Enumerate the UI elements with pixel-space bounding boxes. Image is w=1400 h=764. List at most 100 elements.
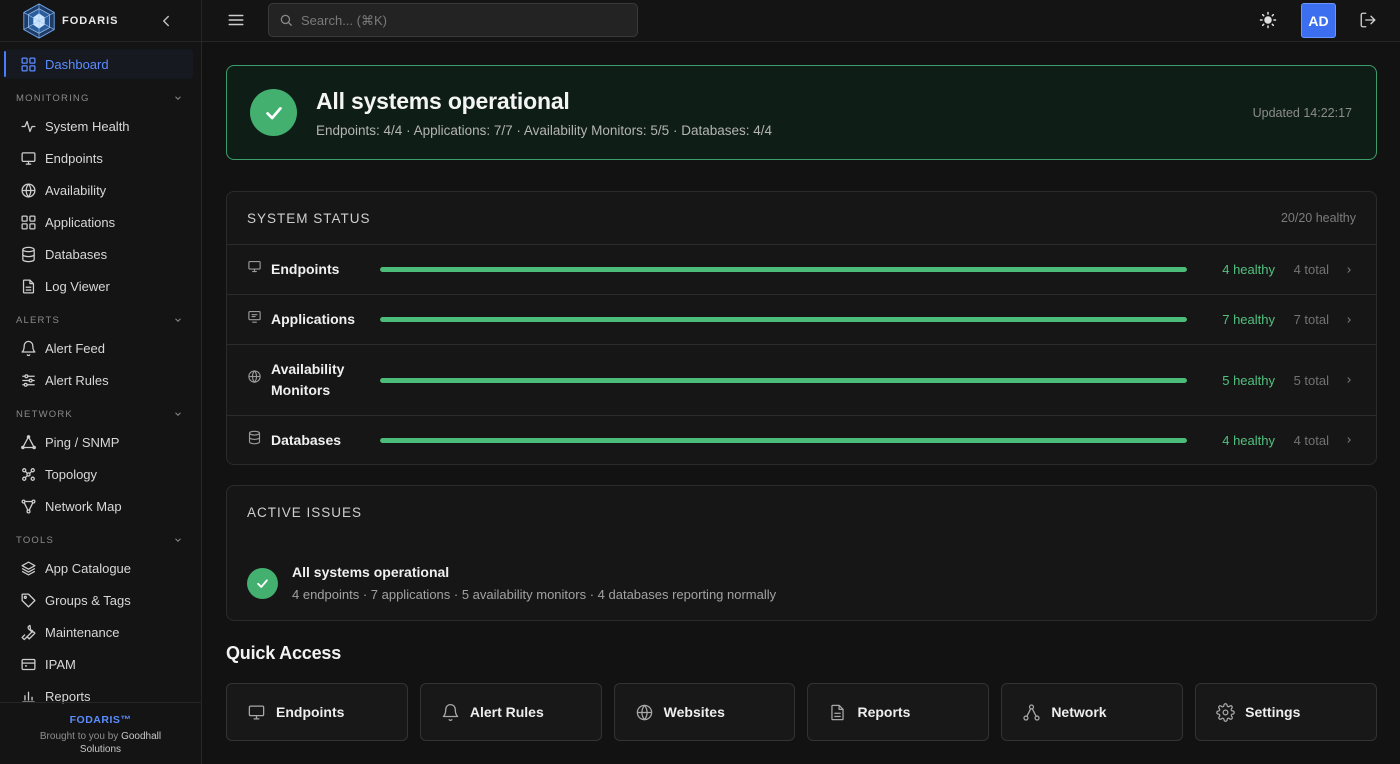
sidebar-item-topology[interactable]: Topology <box>0 458 201 490</box>
sidebar-item-system-health[interactable]: System Health <box>0 110 201 142</box>
sidebar-item-endpoints[interactable]: Endpoints <box>0 142 201 174</box>
sidebar-item-applications[interactable]: Applications <box>0 206 201 238</box>
sidebar-item-alert-rules[interactable]: Alert Rules <box>0 364 201 396</box>
sliders-icon <box>22 373 35 387</box>
sidebar-item-label: Endpoints <box>45 150 103 166</box>
sidebar-item-label: Dashboard <box>45 56 109 72</box>
total-count: 4 total <box>1293 262 1329 277</box>
wrench-icon <box>21 624 36 640</box>
total-count: 5 total <box>1293 372 1329 388</box>
quick-access-label: Alert Rules <box>469 704 544 720</box>
status-row-databases[interactable]: Databases 4 healthy 4 total <box>227 416 1376 464</box>
sidebar: FODARIS Dashboard MONITORING System Heal… <box>0 0 202 764</box>
sidebar-item-label: App Catalogue <box>45 560 132 576</box>
globe-icon <box>636 704 652 721</box>
layers-icon <box>21 560 36 576</box>
sidebar-item-maintenance[interactable]: Maintenance <box>0 616 201 648</box>
section-tools[interactable]: TOOLS <box>0 528 201 552</box>
monitor-icon <box>21 151 36 165</box>
quick-access-label: Endpoints <box>276 704 345 720</box>
quick-access-label: Reports <box>857 704 911 720</box>
health-bar-fill <box>380 437 1187 443</box>
sidebar-item-databases[interactable]: Databases <box>0 238 201 270</box>
search-box[interactable] <box>268 3 638 37</box>
monitor-icon <box>248 260 261 273</box>
chevron-right-icon <box>1347 437 1351 443</box>
footer-credit: Brought to you by Goodhall Solutions <box>0 730 201 756</box>
sidebar-item-label: IPAM <box>45 656 76 672</box>
sidebar-item-label: Availability <box>45 182 107 198</box>
chevron-right-icon <box>1347 266 1351 273</box>
tag-icon <box>21 592 36 608</box>
sidebar-item-ping-snmp[interactable]: Ping / SNMP <box>0 426 201 458</box>
sun-icon[interactable] <box>1259 11 1277 29</box>
section-alerts[interactable]: ALERTS <box>0 308 201 332</box>
status-banner: All systems operational Endpoints: 4/4 ·… <box>226 65 1377 160</box>
sidebar-item-label: Applications <box>45 214 116 230</box>
sidebar-item-label: Ping / SNMP <box>45 434 120 450</box>
logout-icon[interactable] <box>1359 11 1377 29</box>
health-bar <box>380 317 1187 322</box>
section-monitoring[interactable]: MONITORING <box>0 86 201 110</box>
health-bar-fill <box>380 317 1187 322</box>
fodaris-logo <box>23 2 55 39</box>
card-title: ACTIVE ISSUES <box>247 505 363 520</box>
file-text-icon <box>22 278 35 294</box>
total-count: 7 total <box>1293 312 1329 327</box>
quick-access-websites[interactable]: Websites <box>613 683 796 741</box>
banner-title: All systems operational <box>316 87 570 114</box>
quick-access-settings[interactable]: Settings <box>1195 683 1377 741</box>
apps-grid-icon <box>21 214 36 230</box>
status-row-endpoints[interactable]: Endpoints 4 healthy 4 total <box>227 245 1376 295</box>
quick-access-title: Quick Access <box>226 643 342 663</box>
user-avatar[interactable]: AD <box>1301 3 1336 38</box>
monitor-icon <box>248 705 265 719</box>
section-network[interactable]: NETWORK <box>0 402 201 426</box>
app-window-icon <box>248 310 261 323</box>
healthy-summary: 20/20 healthy <box>1280 211 1356 225</box>
sidebar-item-app-catalogue[interactable]: App Catalogue <box>0 552 201 584</box>
file-text-icon <box>831 704 845 720</box>
topology-icon <box>22 467 35 481</box>
active-issues-card: ACTIVE ISSUES All systems operational 4 … <box>226 485 1377 621</box>
sidebar-item-log-viewer[interactable]: Log Viewer <box>0 270 201 302</box>
sidebar-item-ipam[interactable]: IPAM <box>0 648 201 680</box>
quick-access-alert-rules[interactable]: Alert Rules <box>419 683 602 741</box>
section-title: ALERTS <box>16 314 60 326</box>
ipam-card-icon <box>21 658 36 670</box>
status-row-applications[interactable]: Applications 7 healthy 7 total <box>227 295 1376 345</box>
quick-access-network[interactable]: Network <box>1001 683 1184 741</box>
footer-credit-prefix: Brought to you by <box>39 731 119 742</box>
updated-timestamp: Updated 14:22:17 <box>1252 106 1352 120</box>
row-label: Databases <box>271 431 342 448</box>
sidebar-item-dashboard[interactable]: Dashboard <box>0 48 201 80</box>
quick-access-reports[interactable]: Reports <box>807 683 990 741</box>
health-bar <box>380 267 1187 272</box>
sidebar-item-network-map[interactable]: Network Map <box>0 490 201 522</box>
sidebar-item-groups-tags[interactable]: Groups & Tags <box>0 584 201 616</box>
health-bar-fill <box>380 377 1187 383</box>
branch-icon <box>21 498 36 514</box>
total-count: 4 total <box>1293 432 1329 448</box>
footer-brand: FODARIS™ <box>69 714 132 726</box>
banner-subtitle: Endpoints: 4/4 · Applications: 7/7 · Ava… <box>316 122 773 138</box>
healthy-count: 7 healthy <box>1222 312 1275 327</box>
sidebar-item-label: Network Map <box>45 498 122 514</box>
sidebar-item-label: Databases <box>45 246 108 262</box>
sidebar-item-availability[interactable]: Availability <box>0 174 201 206</box>
healthy-count: 5 healthy <box>1222 372 1275 388</box>
collapse-sidebar-icon[interactable] <box>157 12 175 30</box>
hamburger-menu-icon[interactable] <box>227 11 245 29</box>
chevron-down-icon <box>175 538 181 542</box>
search-input[interactable] <box>301 12 601 28</box>
chevron-right-icon <box>1347 316 1351 323</box>
row-label: Endpoints <box>271 261 340 277</box>
quick-access-endpoints[interactable]: Endpoints <box>226 683 408 741</box>
quick-access-grid: Endpoints Alert Rules Websites Reports N… <box>226 683 1377 741</box>
sidebar-item-label: Log Viewer <box>45 278 110 294</box>
sidebar-item-alert-feed[interactable]: Alert Feed <box>0 332 201 364</box>
system-status-card: SYSTEM STATUS 20/20 healthy Endpoints 4 … <box>226 191 1377 465</box>
search-icon <box>280 14 292 26</box>
main-content: All systems operational Endpoints: 4/4 ·… <box>226 65 1377 741</box>
status-row-availability-monitors[interactable]: Availability Monitors 5 healthy 5 total <box>227 345 1376 416</box>
